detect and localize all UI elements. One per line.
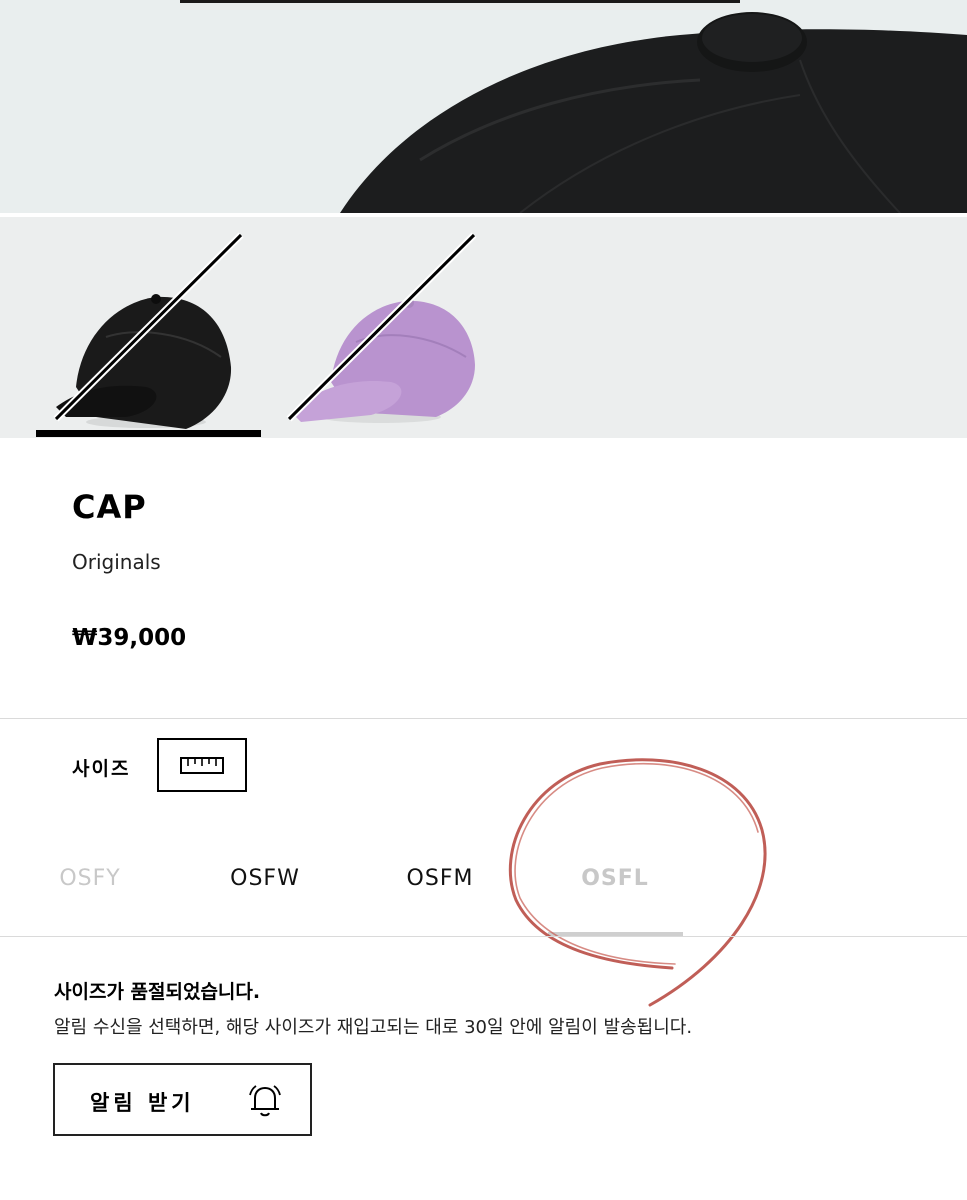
size-label: 사이즈 — [72, 758, 131, 780]
bell-icon — [249, 1085, 281, 1117]
size-guide-button[interactable] — [157, 738, 247, 792]
size-option-osfm[interactable]: OSFM — [375, 866, 505, 891]
thumbnail-strip — [0, 217, 967, 438]
notify-me-button[interactable]: 알림 받기 — [53, 1063, 312, 1136]
product-hero-image — [0, 0, 967, 213]
product-brand[interactable]: Originals — [72, 550, 161, 574]
ruler-icon — [180, 757, 224, 774]
size-option-osfy[interactable]: OSFY — [25, 866, 155, 891]
size-option-osfw[interactable]: OSFW — [200, 866, 330, 891]
notify-me-label: 알림 받기 — [90, 1091, 195, 1115]
product-title: CAP — [72, 488, 147, 526]
product-price: ₩39,000 — [72, 625, 187, 651]
thumbnail-purple-cap[interactable] — [261, 217, 486, 438]
soldout-description: 알림 수신을 선택하면, 해당 사이즈가 재입고되는 대로 30일 안에 알림이… — [54, 1017, 693, 1038]
circle-annotation — [508, 758, 767, 1007]
divider — [0, 936, 967, 937]
divider — [0, 718, 967, 719]
thumbnail-selected-indicator — [36, 430, 261, 437]
thumbnail-black-cap[interactable] — [36, 217, 261, 438]
soldout-title: 사이즈가 품절되었습니다. — [54, 981, 261, 1003]
